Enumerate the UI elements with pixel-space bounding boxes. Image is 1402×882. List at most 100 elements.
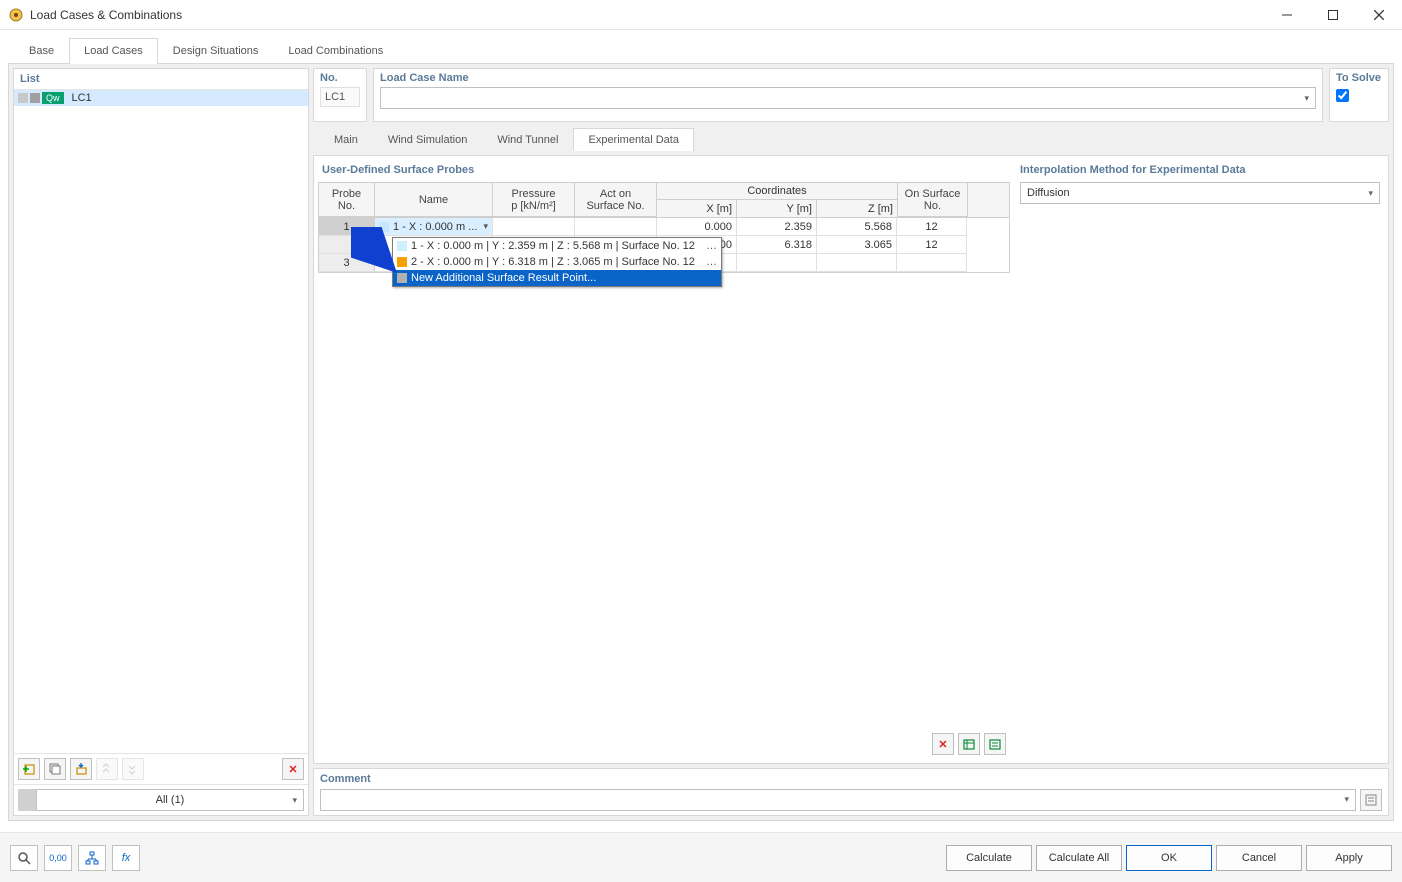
- close-button[interactable]: [1356, 0, 1402, 30]
- interp-value: Diffusion: [1027, 187, 1070, 199]
- th-act-on: Act on Surface No.: [575, 183, 657, 217]
- cell-pressure[interactable]: [493, 218, 575, 236]
- interpolation-panel: Interpolation Method for Experimental Da…: [1016, 160, 1384, 759]
- list-item-swatch: [18, 93, 28, 103]
- footer-tool-hierarchy[interactable]: [78, 845, 106, 871]
- filter-swatch: [18, 789, 36, 811]
- cell-name-dropdown[interactable]: 1 - X : 0.000 m ...: [375, 218, 493, 236]
- maximize-button[interactable]: [1310, 0, 1356, 30]
- probes-tool-1[interactable]: [958, 733, 980, 755]
- app-icon: [8, 7, 24, 23]
- new-item-button[interactable]: [18, 758, 40, 780]
- subtab-main[interactable]: Main: [319, 128, 373, 151]
- footer-tool-function[interactable]: fx: [112, 845, 140, 871]
- no-label: No.: [320, 72, 360, 84]
- subtab-experimental-data[interactable]: Experimental Data: [573, 128, 694, 151]
- comment-dropdown[interactable]: [320, 789, 1356, 811]
- insert-item-button[interactable]: [70, 758, 92, 780]
- cancel-button[interactable]: Cancel: [1216, 845, 1302, 871]
- solve-cell: To Solve: [1329, 68, 1389, 122]
- tab-load-combinations[interactable]: Load Combinations: [273, 38, 398, 63]
- solve-label: To Solve: [1336, 72, 1381, 84]
- copy-item-button[interactable]: [44, 758, 66, 780]
- delete-probe-button[interactable]: ✕: [932, 733, 954, 755]
- window-title: Load Cases & Combinations: [30, 8, 1264, 22]
- interpolation-method-dropdown[interactable]: Diffusion: [1020, 182, 1380, 204]
- right-panel: No. LC1 Load Case Name To Solve Main: [313, 68, 1389, 816]
- filter-value: All (1): [156, 794, 185, 806]
- subtab-wind-simulation[interactable]: Wind Simulation: [373, 128, 482, 151]
- apply-button[interactable]: Apply: [1306, 845, 1392, 871]
- footer-tool-units[interactable]: 0,00: [44, 845, 72, 871]
- calculate-all-button[interactable]: Calculate All: [1036, 845, 1122, 871]
- dropdown-option[interactable]: 2 - X : 0.000 m | Y : 6.318 m | Z : 3.06…: [393, 254, 721, 270]
- list-item-swatch2: [30, 93, 40, 103]
- interp-title: Interpolation Method for Experimental Da…: [1016, 160, 1384, 182]
- cell-y[interactable]: 2.359: [737, 218, 817, 236]
- dropdown-option[interactable]: 1 - X : 0.000 m | Y : 2.359 m | Z : 5.56…: [393, 238, 721, 254]
- th-probe-no: Probe No.: [319, 183, 375, 217]
- sub-tabs: Main Wind Simulation Wind Tunnel Experim…: [319, 128, 1389, 151]
- cell-probe-no: [319, 236, 375, 254]
- footer-tool-search[interactable]: [10, 845, 38, 871]
- probes-title: User-Defined Surface Probes: [318, 160, 1010, 182]
- th-y: Y [m]: [737, 200, 817, 217]
- no-value: LC1: [320, 87, 360, 107]
- th-z: Z [m]: [817, 200, 897, 217]
- calculate-button[interactable]: Calculate: [946, 845, 1032, 871]
- option-swatch: [397, 241, 407, 251]
- comment-panel: Comment: [313, 768, 1389, 816]
- list-filter-dropdown[interactable]: All (1): [36, 789, 304, 811]
- header-row: No. LC1 Load Case Name To Solve: [313, 68, 1389, 122]
- cell-y[interactable]: [737, 254, 817, 272]
- option-label: New Additional Surface Result Point...: [411, 272, 596, 284]
- cell-surface-no[interactable]: [897, 254, 967, 272]
- minimize-button[interactable]: [1264, 0, 1310, 30]
- th-coordinates: Coordinates: [657, 183, 897, 200]
- cell-surface-no[interactable]: 12: [897, 236, 967, 254]
- name-swatch: [379, 222, 389, 232]
- main-tabs: Base Load Cases Design Situations Load C…: [14, 38, 1394, 63]
- list-item-badge: Qw: [42, 92, 64, 104]
- cell-act-on[interactable]: [575, 218, 657, 236]
- option-ellipsis: …: [706, 256, 717, 268]
- option-swatch: [397, 273, 407, 283]
- tab-design-situations[interactable]: Design Situations: [158, 38, 274, 63]
- content-frame: List Qw LC1: [8, 63, 1394, 821]
- list-toolbar: ✕: [14, 753, 308, 784]
- cell-z[interactable]: 3.065: [817, 236, 897, 254]
- delete-item-button[interactable]: ✕: [282, 758, 304, 780]
- tab-load-cases[interactable]: Load Cases: [69, 38, 158, 63]
- name-dropdown-popup: 1 - X : 0.000 m | Y : 2.359 m | Z : 5.56…: [392, 237, 722, 287]
- probes-toolbar: ✕: [318, 729, 1010, 759]
- cell-x[interactable]: 0.000: [657, 218, 737, 236]
- list-header: List: [14, 69, 308, 90]
- option-label: 1 - X : 0.000 m | Y : 2.359 m | Z : 5.56…: [411, 240, 695, 252]
- cell-y[interactable]: 6.318: [737, 236, 817, 254]
- dropdown-option-new[interactable]: New Additional Surface Result Point...: [393, 270, 721, 286]
- th-x: X [m]: [657, 200, 737, 217]
- list-area: Qw LC1: [14, 90, 308, 753]
- ok-button[interactable]: OK: [1126, 845, 1212, 871]
- load-case-name-dropdown[interactable]: [380, 87, 1316, 109]
- probes-tool-2[interactable]: [984, 733, 1006, 755]
- cell-surface-no[interactable]: 12: [897, 218, 967, 236]
- list-item[interactable]: Qw LC1: [14, 90, 308, 106]
- subtab-wind-tunnel[interactable]: Wind Tunnel: [482, 128, 573, 151]
- toolbar-button-2: [122, 758, 144, 780]
- cell-z[interactable]: [817, 254, 897, 272]
- table-row[interactable]: 1 1 - X : 0.000 m ... 0.000 2.359: [319, 218, 1009, 236]
- cell-z[interactable]: 5.568: [817, 218, 897, 236]
- th-pressure: Pressure p [kN/m²]: [493, 183, 575, 217]
- no-cell: No. LC1: [313, 68, 367, 122]
- to-solve-checkbox[interactable]: [1336, 89, 1349, 102]
- option-ellipsis: …: [706, 240, 717, 252]
- comment-edit-button[interactable]: [1360, 789, 1382, 811]
- window-controls: [1264, 0, 1402, 30]
- name-cell: Load Case Name: [373, 68, 1323, 122]
- cell-probe-no: 3: [319, 254, 375, 272]
- tab-base[interactable]: Base: [14, 38, 69, 63]
- th-name: Name: [375, 183, 493, 217]
- toolbar-button-1: [96, 758, 118, 780]
- sub-tabs-wrap: Main Wind Simulation Wind Tunnel Experim…: [313, 126, 1389, 151]
